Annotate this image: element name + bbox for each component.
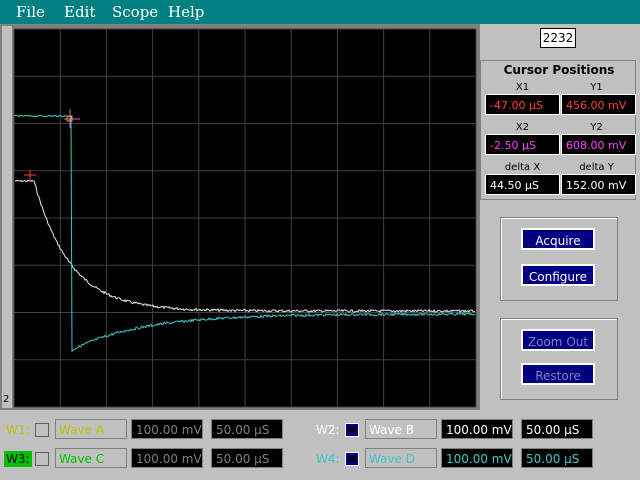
delta-y-value: 152.00 mV xyxy=(561,174,636,195)
w2-time[interactable]: 50.00 µS xyxy=(521,419,593,439)
y1-label: Y1 xyxy=(590,82,603,93)
acquire-button-group: Acquire Configure xyxy=(500,217,618,301)
configure-button[interactable]: Configure xyxy=(521,264,595,286)
w2-checkbox[interactable] xyxy=(345,423,359,437)
cursor-panel-title: Cursor Positions xyxy=(503,63,615,77)
display-channel-marker: 2 xyxy=(3,394,9,405)
w4-name[interactable]: Wave D xyxy=(365,448,437,468)
y2-value: 608.00 mV xyxy=(561,134,636,155)
w1-volts[interactable]: 100.00 mV xyxy=(131,419,203,439)
w1-label: W1: xyxy=(6,423,30,437)
sample-counter: 2232 xyxy=(540,28,576,48)
w2-name[interactable]: Wave B xyxy=(365,419,437,439)
w4-label: W4: xyxy=(316,452,340,466)
w3-checkbox[interactable] xyxy=(35,452,49,466)
x2-label: X2 xyxy=(515,122,530,133)
delta-y-label: delta Y xyxy=(579,162,614,173)
w2-volts[interactable]: 100.00 mV xyxy=(441,419,513,439)
w4-checkbox[interactable] xyxy=(345,452,359,466)
w3-label: W3: xyxy=(4,451,32,467)
w3-volts[interactable]: 100.00 mV xyxy=(131,448,203,468)
zoom-out-button[interactable]: Zoom Out xyxy=(521,329,595,351)
scope-display[interactable]: 2 xyxy=(0,24,480,410)
menu-help[interactable]: Help xyxy=(168,3,204,21)
menu-bar: File Edit Scope Help xyxy=(0,0,640,24)
menu-edit[interactable]: Edit xyxy=(64,3,95,21)
zoom-button-group: Zoom Out Restore xyxy=(500,318,618,400)
y1-value: 456.00 mV xyxy=(561,94,636,115)
menu-file[interactable]: File xyxy=(16,3,45,21)
display-scrollbar[interactable] xyxy=(2,26,12,408)
w4-time[interactable]: 50.00 µS xyxy=(521,448,593,468)
x1-value: -47.00 µS xyxy=(485,94,560,115)
acquire-button[interactable]: Acquire xyxy=(521,228,595,250)
w3-time[interactable]: 50.00 µS xyxy=(211,448,283,468)
w1-time[interactable]: 50.00 µS xyxy=(211,419,283,439)
w3-name[interactable]: Wave C xyxy=(55,448,127,468)
x1-label: X1 xyxy=(515,82,530,93)
w2-label: W2: xyxy=(316,423,340,437)
cursor-positions-panel: Cursor Positions X1 Y1 -47.00 µS 456.00 … xyxy=(480,60,636,200)
restore-button[interactable]: Restore xyxy=(521,363,595,385)
w4-volts[interactable]: 100.00 mV xyxy=(441,448,513,468)
menu-scope[interactable]: Scope xyxy=(112,3,158,21)
w1-name[interactable]: Wave A xyxy=(55,419,127,439)
delta-x-value: 44.50 µS xyxy=(485,174,560,195)
w1-checkbox[interactable] xyxy=(35,423,49,437)
delta-x-label: delta X xyxy=(504,162,541,173)
x2-value: -2.50 µS xyxy=(485,134,560,155)
y2-label: Y2 xyxy=(590,122,603,133)
